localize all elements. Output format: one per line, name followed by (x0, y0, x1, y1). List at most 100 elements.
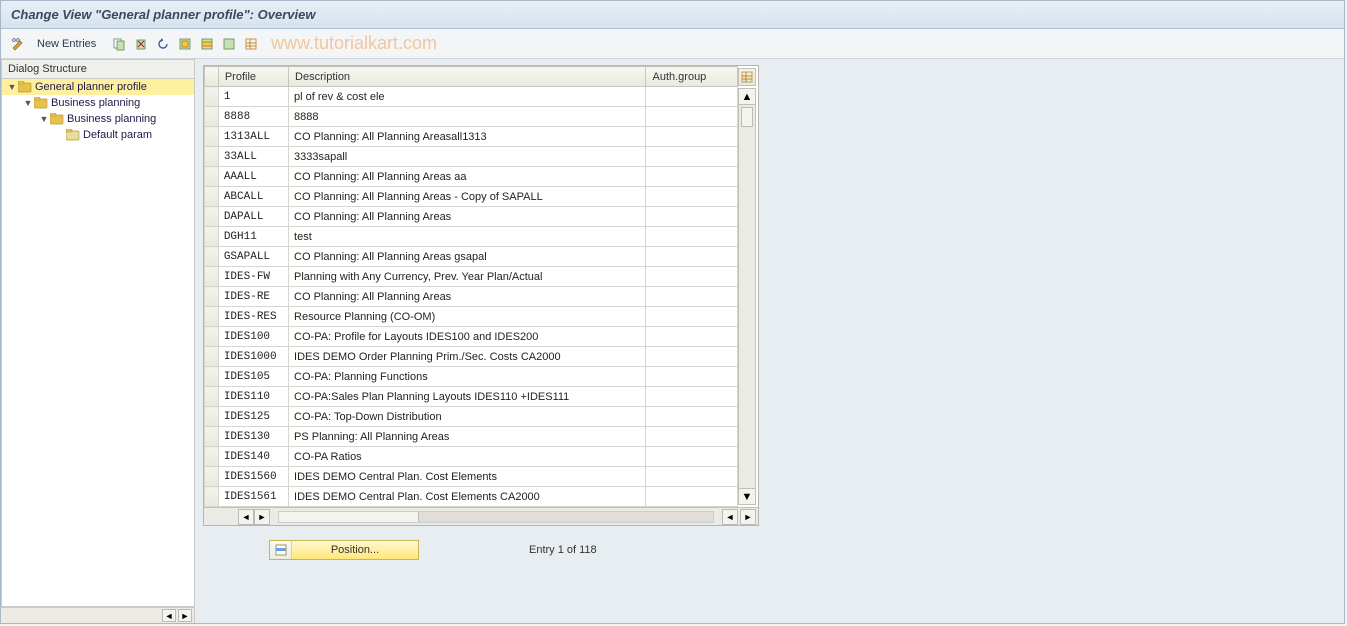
row-selector[interactable] (205, 407, 219, 427)
new-entries-button[interactable]: New Entries (31, 36, 102, 52)
table-row[interactable]: IDES105CO-PA: Planning Functions (205, 367, 738, 387)
row-selector[interactable] (205, 427, 219, 447)
cell-profile[interactable]: 1313ALL (218, 127, 288, 147)
row-selector-header[interactable] (205, 67, 219, 87)
row-selector[interactable] (205, 287, 219, 307)
row-selector[interactable] (205, 307, 219, 327)
row-selector[interactable] (205, 107, 219, 127)
table-configure-button[interactable] (738, 68, 756, 86)
table-row[interactable]: 1313ALLCO Planning: All Planning Areasal… (205, 127, 738, 147)
cell-auth-group[interactable] (646, 147, 738, 167)
cell-profile[interactable]: IDES1561 (218, 487, 288, 507)
tree-horizontal-scrollbar[interactable]: ◄ ► (1, 607, 194, 623)
row-selector[interactable] (205, 467, 219, 487)
collapse-icon[interactable]: ▼ (6, 82, 18, 92)
toggle-display-change-button[interactable] (9, 35, 27, 53)
scroll-track[interactable] (739, 105, 755, 488)
cell-auth-group[interactable] (646, 487, 738, 507)
cell-profile[interactable]: IDES-FW (218, 267, 288, 287)
row-selector[interactable] (205, 247, 219, 267)
cell-profile[interactable]: IDES-RE (218, 287, 288, 307)
cell-auth-group[interactable] (646, 247, 738, 267)
table-row[interactable]: 33ALL3333sapall (205, 147, 738, 167)
cell-description[interactable]: pl of rev & cost ele (289, 87, 646, 107)
cell-auth-group[interactable] (646, 187, 738, 207)
cell-profile[interactable]: 8888 (218, 107, 288, 127)
table-row[interactable]: IDES130PS Planning: All Planning Areas (205, 427, 738, 447)
cell-description[interactable]: 8888 (289, 107, 646, 127)
cell-description[interactable]: PS Planning: All Planning Areas (289, 427, 646, 447)
cell-profile[interactable]: DAPALL (218, 207, 288, 227)
row-selector[interactable] (205, 147, 219, 167)
table-row[interactable]: IDES110CO-PA:Sales Plan Planning Layouts… (205, 387, 738, 407)
cell-description[interactable]: CO Planning: All Planning Areasall1313 (289, 127, 646, 147)
delete-button[interactable] (132, 35, 150, 53)
hscroll-track[interactable] (278, 511, 714, 523)
column-header-auth-group[interactable]: Auth.group (646, 67, 738, 87)
cell-description[interactable]: IDES DEMO Central Plan. Cost Elements (289, 467, 646, 487)
cell-description[interactable]: CO Planning: All Planning Areas gsapal (289, 247, 646, 267)
column-header-description[interactable]: Description (289, 67, 646, 87)
tree-node[interactable]: Default param (2, 127, 194, 143)
cell-description[interactable]: test (289, 227, 646, 247)
table-row[interactable]: IDES125CO-PA: Top-Down Distribution (205, 407, 738, 427)
table-row[interactable]: IDES100CO-PA: Profile for Layouts IDES10… (205, 327, 738, 347)
cell-profile[interactable]: IDES1000 (218, 347, 288, 367)
hscroll-left-button[interactable]: ◄ (238, 509, 254, 525)
cell-profile[interactable]: 1 (218, 87, 288, 107)
cell-auth-group[interactable] (646, 387, 738, 407)
cell-description[interactable]: CO Planning: All Planning Areas aa (289, 167, 646, 187)
row-selector[interactable] (205, 187, 219, 207)
cell-profile[interactable]: AAALL (218, 167, 288, 187)
cell-description[interactable]: CO Planning: All Planning Areas (289, 287, 646, 307)
position-button[interactable]: Position... (269, 540, 419, 560)
cell-description[interactable]: Resource Planning (CO-OM) (289, 307, 646, 327)
cell-auth-group[interactable] (646, 347, 738, 367)
scroll-thumb[interactable] (741, 107, 753, 127)
table-row[interactable]: ABCALLCO Planning: All Planning Areas - … (205, 187, 738, 207)
cell-description[interactable]: CO Planning: All Planning Areas (289, 207, 646, 227)
table-row[interactable]: 1pl of rev & cost ele (205, 87, 738, 107)
tree-node[interactable]: ▼General planner profile (2, 79, 194, 95)
table-row[interactable]: 88888888 (205, 107, 738, 127)
cell-auth-group[interactable] (646, 267, 738, 287)
tree-node[interactable]: ▼Business planning (2, 95, 194, 111)
cell-description[interactable]: 3333sapall (289, 147, 646, 167)
cell-description[interactable]: IDES DEMO Order Planning Prim./Sec. Cost… (289, 347, 646, 367)
row-selector[interactable] (205, 327, 219, 347)
cell-auth-group[interactable] (646, 227, 738, 247)
cell-auth-group[interactable] (646, 127, 738, 147)
table-row[interactable]: AAALLCO Planning: All Planning Areas aa (205, 167, 738, 187)
row-selector[interactable] (205, 127, 219, 147)
table-settings-button[interactable] (242, 35, 260, 53)
table-row[interactable]: IDES1000IDES DEMO Order Planning Prim./S… (205, 347, 738, 367)
cell-auth-group[interactable] (646, 467, 738, 487)
deselect-all-button[interactable] (220, 35, 238, 53)
row-selector[interactable] (205, 387, 219, 407)
cell-auth-group[interactable] (646, 287, 738, 307)
cell-profile[interactable]: IDES110 (218, 387, 288, 407)
select-all-button[interactable] (176, 35, 194, 53)
row-selector[interactable] (205, 367, 219, 387)
cell-profile[interactable]: IDES125 (218, 407, 288, 427)
row-selector[interactable] (205, 447, 219, 467)
cell-profile[interactable]: IDES1560 (218, 467, 288, 487)
cell-description[interactable]: IDES DEMO Central Plan. Cost Elements CA… (289, 487, 646, 507)
cell-auth-group[interactable] (646, 167, 738, 187)
table-row[interactable]: IDES1560IDES DEMO Central Plan. Cost Ele… (205, 467, 738, 487)
row-selector[interactable] (205, 487, 219, 507)
tree-scroll-right-button[interactable]: ► (178, 609, 192, 622)
table-row[interactable]: IDES-RECO Planning: All Planning Areas (205, 287, 738, 307)
hscroll-right2-button[interactable]: ► (740, 509, 756, 525)
table-horizontal-scrollbar[interactable]: ◄ ► ◄ ► (204, 507, 758, 525)
row-selector[interactable] (205, 347, 219, 367)
tree-scroll-left-button[interactable]: ◄ (162, 609, 176, 622)
table-row[interactable]: IDES-FWPlanning with Any Currency, Prev.… (205, 267, 738, 287)
cell-profile[interactable]: ABCALL (218, 187, 288, 207)
table-row[interactable]: IDES140CO-PA Ratios (205, 447, 738, 467)
cell-auth-group[interactable] (646, 407, 738, 427)
row-selector[interactable] (205, 267, 219, 287)
collapse-icon[interactable]: ▼ (38, 114, 50, 124)
hscroll-left2-button[interactable]: ◄ (722, 509, 738, 525)
cell-description[interactable]: CO-PA Ratios (289, 447, 646, 467)
